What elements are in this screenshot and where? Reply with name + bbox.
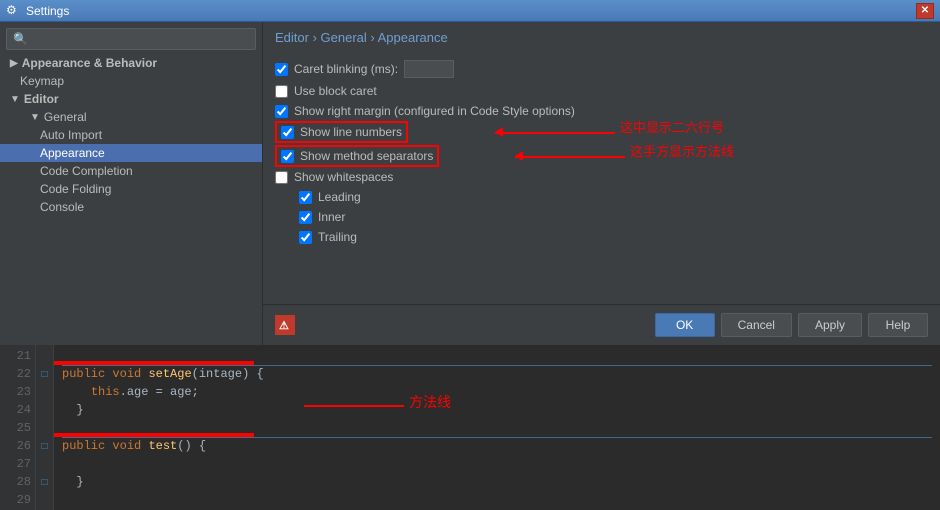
show-line-numbers-container: Show line numbers 这中显示二六行号 (275, 121, 928, 143)
apply-button[interactable]: Apply (798, 313, 862, 337)
dialog-content: 🔍 ▶ Appearance & Behavior Keymap ▼ Edito… (0, 22, 940, 345)
arrow-icon: ▼ (30, 112, 40, 123)
caret-blinking-checkbox[interactable] (275, 63, 288, 76)
caret-blinking-value[interactable]: 500 (404, 60, 454, 78)
code-line-21 (62, 347, 932, 365)
sidebar-item-auto-import[interactable]: Auto Import (0, 126, 262, 144)
code-line-22: public void setAge(int age) { (62, 365, 932, 383)
show-right-margin-checkbox[interactable] (275, 105, 288, 118)
caret-blinking-row: Caret blinking (ms): 500 (275, 57, 928, 81)
sidebar-item-general[interactable]: ▼ General (0, 108, 262, 126)
dialog: 🔍 ▶ Appearance & Behavior Keymap ▼ Edito… (0, 22, 940, 510)
show-line-numbers-row: Show line numbers (275, 121, 408, 143)
show-method-separators-checkbox[interactable] (281, 150, 294, 163)
search-input[interactable] (32, 32, 249, 46)
trailing-label: Trailing (318, 230, 357, 244)
show-method-separators-label: Show method separators (300, 149, 433, 163)
line-num-27: 27 (4, 455, 31, 473)
ok-button[interactable]: OK (655, 313, 715, 337)
method-separator-26 (62, 437, 932, 438)
annotation-sep-line (515, 156, 625, 158)
search-box[interactable]: 🔍 (6, 28, 256, 50)
settings-icon: ⚙ (6, 3, 22, 19)
sidebar-item-code-completion[interactable]: Code Completion (0, 162, 262, 180)
arrow-icon: ▼ (10, 94, 20, 105)
button-bar: ⚠ OK Cancel Apply Help (263, 304, 940, 345)
main-panel: Editor › General › Appearance Caret blin… (263, 22, 940, 345)
titlebar: ⚙ Settings ✕ (0, 0, 940, 22)
annotation-arrow-head (495, 127, 503, 137)
code-content[interactable]: 方法线 public void setAge(int age) { this.a… (54, 345, 940, 510)
show-line-numbers-checkbox[interactable] (281, 126, 294, 139)
trailing-checkbox[interactable] (299, 231, 312, 244)
help-button[interactable]: Help (868, 313, 928, 337)
svg-text:⚠: ⚠ (279, 320, 289, 332)
use-block-caret-checkbox[interactable] (275, 85, 288, 98)
inner-row: Inner (275, 207, 928, 227)
show-method-separators-row: Show method separators (275, 145, 439, 167)
use-block-caret-label: Use block caret (294, 84, 377, 98)
show-method-separators-container: Show method separators 这手方显示方法线 (275, 145, 928, 167)
method-separator-22 (62, 365, 932, 366)
line-num-26: 26 (4, 437, 31, 455)
line-num-22: 22 (4, 365, 31, 383)
keyword-public: public (62, 365, 105, 383)
code-line-27 (62, 455, 932, 473)
annotation-sep-text: 这手方显示方法线 (630, 141, 734, 160)
gutter-method-icon-22: □ (36, 365, 53, 383)
line-num-23: 23 (4, 383, 31, 401)
line-numbers: 21 22 23 24 25 26 27 28 29 (0, 345, 36, 510)
leading-checkbox[interactable] (299, 191, 312, 204)
show-whitespaces-checkbox[interactable] (275, 171, 288, 184)
code-line-23: this.age = age; (62, 383, 932, 401)
sidebar-item-keymap[interactable]: Keymap (0, 72, 262, 90)
show-line-numbers-label: Show line numbers (300, 125, 402, 139)
show-right-margin-label: Show right margin (configured in Code St… (294, 104, 575, 118)
show-whitespaces-row: Show whitespaces (275, 167, 928, 187)
arrow-icon: ▶ (10, 58, 18, 69)
cancel-button[interactable]: Cancel (721, 313, 792, 337)
gutter-method-icon-26: □ (36, 437, 53, 455)
sidebar: 🔍 ▶ Appearance & Behavior Keymap ▼ Edito… (0, 22, 263, 345)
inner-label: Inner (318, 210, 345, 224)
annotation-arrow-line (495, 132, 615, 134)
gutter-method-icon-28: □ (36, 473, 53, 491)
breadcrumb: Editor › General › Appearance (263, 22, 940, 51)
sidebar-item-editor[interactable]: ▼ Editor (0, 90, 262, 108)
line-num-24: 24 (4, 401, 31, 419)
inner-checkbox[interactable] (299, 211, 312, 224)
gutter: □ □ □ (36, 345, 54, 510)
sidebar-item-console[interactable]: Console (0, 198, 262, 216)
show-whitespaces-label: Show whitespaces (294, 170, 393, 184)
code-line-24: } (62, 401, 932, 419)
settings-area: Caret blinking (ms): 500 Use block caret… (263, 51, 940, 304)
search-icon: 🔍 (13, 32, 28, 46)
annotation-sep-arrow (515, 151, 523, 161)
error-area: ⚠ (275, 313, 649, 337)
sidebar-item-appearance-behavior[interactable]: ▶ Appearance & Behavior (0, 54, 262, 72)
code-line-25 (62, 419, 932, 437)
code-editor: 21 22 23 24 25 26 27 28 29 □ □ □ (0, 345, 940, 510)
show-right-margin-row: Show right margin (configured in Code St… (275, 101, 928, 121)
error-icon: ⚠ (275, 315, 295, 335)
trailing-row: Trailing (275, 227, 928, 247)
line-num-21: 21 (4, 347, 31, 365)
keyword-void: void (112, 365, 141, 383)
titlebar-title: Settings (26, 4, 916, 18)
fn-setAge: setAge (148, 365, 191, 383)
caret-blinking-label: Caret blinking (ms): (294, 62, 398, 76)
close-button[interactable]: ✕ (916, 3, 934, 19)
use-block-caret-row: Use block caret (275, 81, 928, 101)
sidebar-item-appearance[interactable]: Appearance (0, 144, 262, 162)
line-num-25: 25 (4, 419, 31, 437)
sidebar-item-code-folding[interactable]: Code Folding (0, 180, 262, 198)
code-line-29 (62, 491, 932, 509)
code-line-28: } (62, 473, 932, 491)
leading-row: Leading (275, 187, 928, 207)
code-line-26: public void test() { (62, 437, 932, 455)
leading-label: Leading (318, 190, 361, 204)
line-num-28: 28 (4, 473, 31, 491)
line-num-29: 29 (4, 491, 31, 509)
